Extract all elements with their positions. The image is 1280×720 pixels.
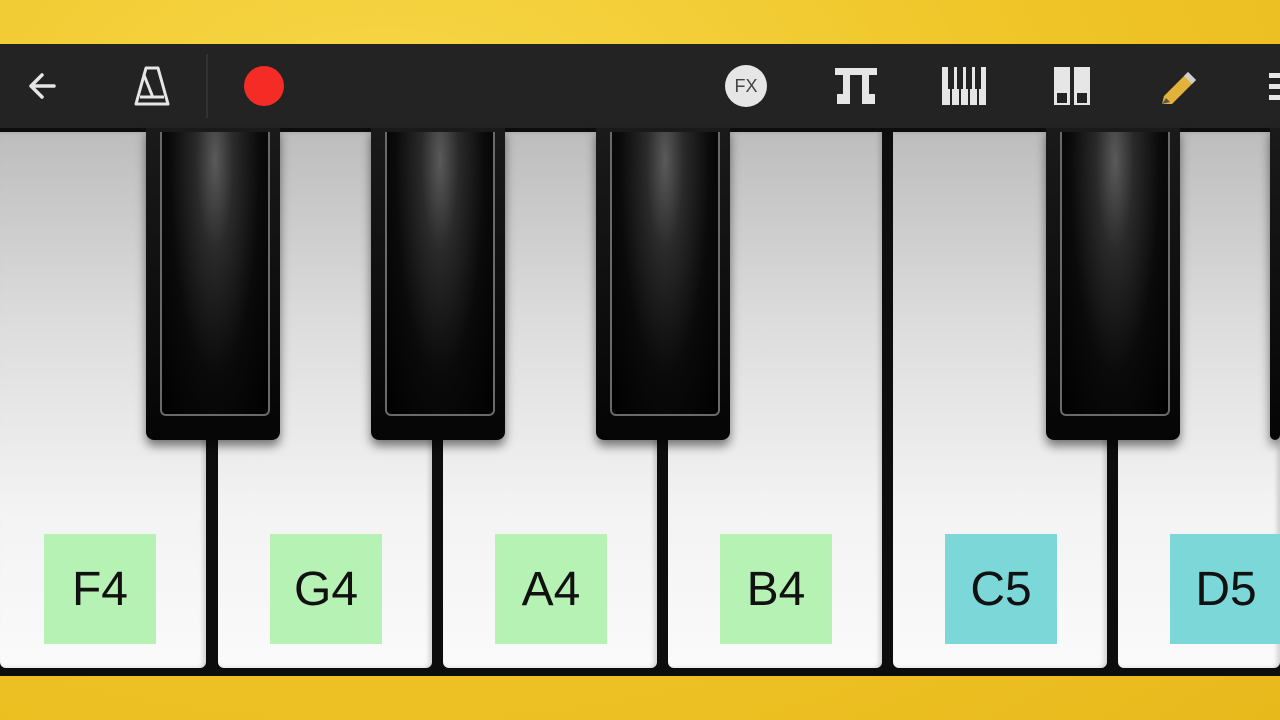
note-label-c5: C5 — [945, 534, 1057, 644]
dual-keyboard-button[interactable] — [1044, 58, 1100, 114]
menu-button[interactable] — [1256, 58, 1280, 114]
black-key-sheen — [385, 132, 495, 416]
black-key-c-sharp-5[interactable] — [1046, 128, 1180, 440]
note-label-f4: F4 — [44, 534, 156, 644]
toolbar: FX — [0, 44, 1280, 128]
back-arrow-icon — [29, 73, 56, 99]
black-key-d-sharp-5[interactable] — [1270, 128, 1280, 440]
black-key-sheen — [160, 132, 270, 416]
black-key-a-sharp-4[interactable] — [596, 128, 730, 440]
note-label-g4: G4 — [270, 534, 382, 644]
black-key-g-sharp-4[interactable] — [371, 128, 505, 440]
piano-app-frame: FX F4 G4 A4 B4 C5 D5 — [0, 44, 1280, 676]
metronome-button[interactable] — [124, 58, 180, 114]
fx-icon: FX — [725, 65, 767, 107]
black-key-sheen — [610, 132, 720, 416]
black-key-sheen — [1060, 132, 1170, 416]
note-label-a4: A4 — [495, 534, 607, 644]
pencil-icon — [1162, 72, 1196, 104]
black-key-f-sharp-4[interactable] — [146, 128, 280, 440]
fx-button[interactable]: FX — [718, 58, 774, 114]
note-label-d5: D5 — [1170, 534, 1280, 644]
keyboard-layout-icon — [942, 67, 986, 105]
back-button[interactable] — [14, 58, 70, 114]
menu-icon — [1269, 73, 1280, 100]
record-button[interactable] — [236, 58, 292, 114]
piano-keys-icon — [835, 68, 877, 104]
toolbar-divider — [206, 54, 208, 118]
piano-keyboard: F4 G4 A4 B4 C5 D5 — [0, 128, 1280, 676]
record-icon — [244, 66, 284, 106]
note-label-b4: B4 — [720, 534, 832, 644]
metronome-icon — [134, 66, 170, 106]
pencil-button[interactable] — [1152, 58, 1208, 114]
pi-keys-button[interactable] — [828, 58, 884, 114]
keyboard-layout-button[interactable] — [936, 58, 992, 114]
dual-keyboard-icon — [1054, 67, 1090, 105]
